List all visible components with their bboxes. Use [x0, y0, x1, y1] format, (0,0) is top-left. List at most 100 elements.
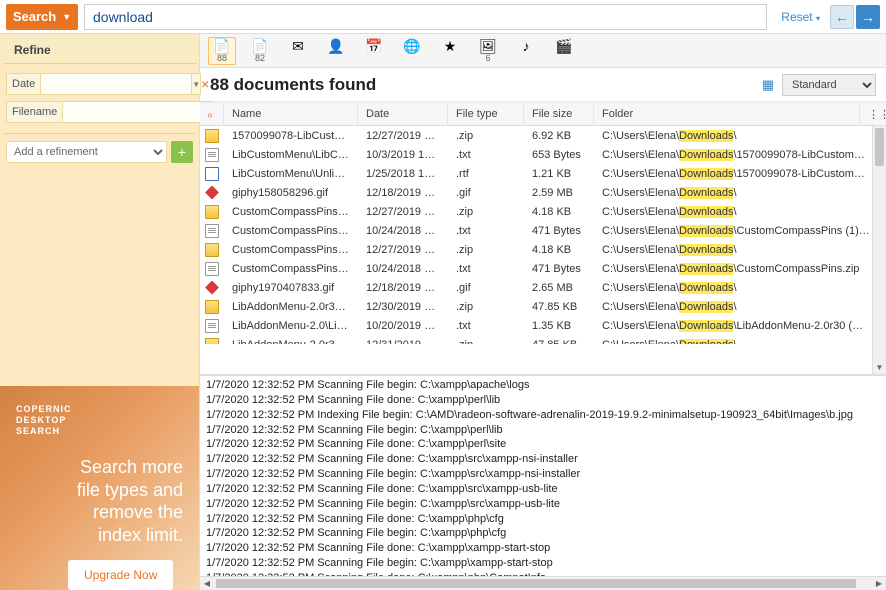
cell-filetype: .gif — [448, 282, 524, 294]
cell-date: 12/31/2019 12:03:3… — [358, 339, 448, 345]
cell-filesize: 2.65 MB — [524, 282, 594, 294]
audio-icon: ♪ — [523, 39, 530, 53]
cell-folder: C:\Users\Elena\Downloads\LibAddonMenu-2.… — [594, 320, 886, 332]
table-row[interactable]: CustomCompassPins\Custo…10/24/2018 1:11:… — [200, 259, 886, 278]
filter-filename: Filename × — [0, 98, 199, 126]
file-txt-icon — [205, 319, 219, 333]
cell-folder: C:\Users\Elena\Downloads\ — [594, 301, 886, 313]
category-audio[interactable]: ♪ — [512, 37, 540, 65]
category-favorite[interactable]: ★ — [436, 37, 464, 65]
table-row[interactable]: LibAddonMenu-2.0\LibAddo…10/20/2019 7:44… — [200, 316, 886, 335]
cell-date: 12/18/2019 10:11:2… — [358, 282, 448, 294]
view-mode-select[interactable]: Standard — [782, 74, 876, 96]
image-icon: 🖼 — [479, 39, 497, 53]
log-line: 1/7/2020 12:32:52 PM Scanning File begin… — [206, 526, 880, 541]
calendar-icon: 📅 — [365, 39, 382, 53]
filter-date-label: Date — [6, 73, 40, 95]
scrollbar-thumb[interactable] — [875, 128, 884, 166]
column-name[interactable]: Name — [224, 103, 358, 125]
cell-filesize: 471 Bytes — [524, 263, 594, 275]
cell-folder: C:\Users\Elena\Downloads\ — [594, 339, 886, 345]
scroll-down-icon[interactable]: ▼ — [873, 360, 886, 374]
log-line: 1/7/2020 12:32:52 PM Scanning File begin… — [206, 423, 880, 438]
file-txt-icon — [205, 224, 219, 238]
table-row[interactable]: LibAddonMenu-2.0r30 (4).zip12/31/2019 12… — [200, 335, 886, 344]
cell-filetype: .txt — [448, 225, 524, 237]
scroll-left-icon[interactable]: ◀ — [200, 579, 214, 588]
table-row[interactable]: CustomCompassPins (1).zip12/27/2019 7:30… — [200, 202, 886, 221]
search-button[interactable]: Search ▼ — [6, 4, 78, 30]
log-line: 1/7/2020 12:32:52 PM Scanning File begin… — [206, 556, 880, 571]
column-folder[interactable]: Folder — [594, 103, 860, 125]
table-row[interactable]: LibCustomMenu\LibCustom…10/3/2019 12:11:… — [200, 145, 886, 164]
favorite-icon: ★ — [444, 39, 457, 53]
category-count — [373, 53, 376, 63]
cell-filetype: .zip — [448, 130, 524, 142]
column-filesize[interactable]: File size — [524, 103, 594, 125]
add-refinement-button[interactable]: + — [171, 141, 193, 163]
log-line: 1/7/2020 12:32:52 PM Scanning File done:… — [206, 393, 880, 408]
nav-forward-button[interactable]: → — [856, 5, 880, 29]
cell-filetype: .zip — [448, 244, 524, 256]
cell-filetype: .gif — [448, 187, 524, 199]
scrollbar-thumb[interactable] — [216, 579, 856, 588]
category-count — [411, 53, 414, 63]
nav-back-button[interactable]: ← — [830, 5, 854, 29]
vertical-scrollbar[interactable]: ▲ ▼ — [872, 126, 886, 374]
log-line: 1/7/2020 12:32:52 PM Scanning File done:… — [206, 541, 880, 556]
log-line: 1/7/2020 12:32:52 PM Scanning File done:… — [206, 482, 880, 497]
table-row[interactable]: giphy158058296.gif12/18/2019 10:10:5….gi… — [200, 183, 886, 202]
table-header: ₒ Name Date File type File size Folder ⋮… — [200, 102, 886, 126]
file-zip-icon — [205, 129, 219, 143]
cell-name: CustomCompassPins (1).zip — [224, 206, 358, 218]
table-row[interactable]: LibAddonMenu-2.0r30 (3).zip12/30/2019 11… — [200, 297, 886, 316]
cell-name: LibCustomMenu\Unlicense.rtf — [224, 168, 358, 180]
category-all[interactable]: 📄88 — [208, 37, 236, 65]
scroll-right-icon[interactable]: ▶ — [872, 579, 886, 588]
category-count — [563, 53, 566, 63]
category-docs[interactable]: 📄82 — [246, 37, 274, 65]
add-refinement-select[interactable]: Add a refinement — [6, 141, 167, 163]
cell-folder: C:\Users\Elena\Downloads\ — [594, 187, 886, 199]
category-image[interactable]: 🖼6 — [474, 37, 502, 65]
filter-date-input[interactable] — [40, 73, 192, 95]
category-calendar[interactable]: 📅 — [360, 37, 388, 65]
cell-filesize: 47.85 KB — [524, 301, 594, 313]
table-row[interactable]: CustomCompassPins\Custo…10/24/2018 1:11:… — [200, 221, 886, 240]
view-grid-icon[interactable]: ▦ — [760, 77, 776, 93]
table-row[interactable]: LibCustomMenu\Unlicense.rtf1/25/2018 12:… — [200, 164, 886, 183]
table-row[interactable]: CustomCompassPins.zip12/27/2019 7:29:32…… — [200, 240, 886, 259]
category-web[interactable]: 🌐 — [398, 37, 426, 65]
contacts-icon: 👤 — [327, 39, 344, 53]
log-line: 1/7/2020 12:32:52 PM Scanning File done:… — [206, 452, 880, 467]
column-config-icon[interactable]: ⋮⋮ — [860, 103, 886, 125]
filter-date-dropdown[interactable]: ▼ — [192, 73, 201, 95]
category-mail[interactable]: ✉ — [284, 37, 312, 65]
video-icon: 🎬 — [555, 39, 572, 53]
upgrade-button[interactable]: Upgrade Now — [68, 560, 173, 590]
column-filetype[interactable]: File type — [448, 103, 524, 125]
table-row[interactable]: 1570099078-LibCustomMen…12/27/2019 7:28:… — [200, 126, 886, 145]
cell-name: LibCustomMenu\LibCustom… — [224, 149, 358, 161]
table-row[interactable]: giphy1970407833.gif12/18/2019 10:11:2….g… — [200, 278, 886, 297]
filter-filename-input[interactable] — [62, 101, 214, 123]
cell-filesize: 1.35 KB — [524, 320, 594, 332]
web-icon: 🌐 — [403, 39, 420, 53]
column-hot[interactable]: ₒ — [200, 103, 224, 125]
cell-folder: C:\Users\Elena\Downloads\CustomCompassPi… — [594, 225, 886, 237]
horizontal-scrollbar[interactable]: ◀ ▶ — [200, 576, 886, 590]
log-line: 1/7/2020 12:32:52 PM Indexing File begin… — [206, 408, 880, 423]
category-video[interactable]: 🎬 — [550, 37, 578, 65]
filter-date-remove[interactable]: × — [201, 76, 209, 92]
plus-icon: + — [178, 144, 186, 160]
search-input[interactable] — [84, 4, 767, 30]
all-icon: 📄 — [213, 39, 230, 53]
cell-folder: C:\Users\Elena\Downloads\ — [594, 130, 886, 142]
cell-date: 10/24/2018 1:11:26… — [358, 263, 448, 275]
column-date[interactable]: Date — [358, 103, 448, 125]
category-contacts[interactable]: 👤 — [322, 37, 350, 65]
docs-icon: 📄 — [251, 39, 268, 53]
category-count: 88 — [217, 53, 227, 63]
refine-tab: Refine — [4, 36, 197, 64]
reset-link[interactable]: Reset ▾ — [781, 10, 820, 24]
